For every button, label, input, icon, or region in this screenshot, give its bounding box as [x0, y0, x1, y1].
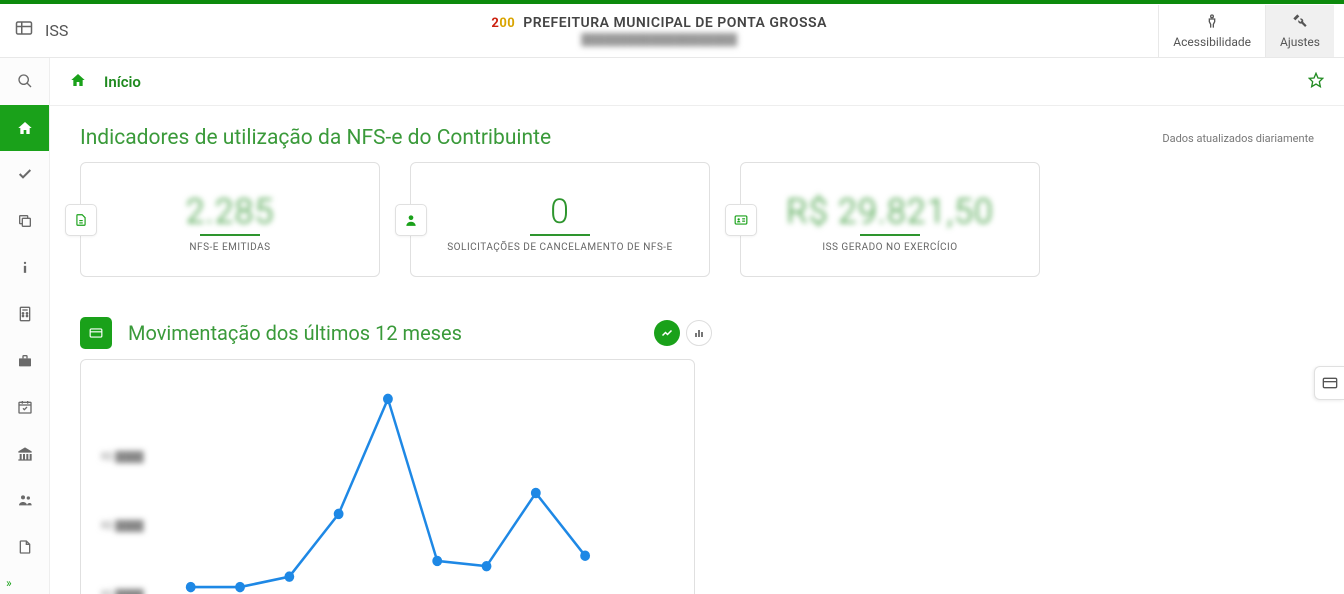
- chart-plot: [171, 378, 664, 594]
- card-label: SOLICITAÇÕES DE CANCELAMENTO DE NFS-E: [447, 242, 673, 253]
- app-title: ISS: [45, 21, 68, 40]
- accessibility-icon: [1204, 13, 1220, 33]
- nav-calculator[interactable]: [0, 291, 49, 338]
- logo-200: 200: [491, 16, 515, 31]
- card-nfse-emitidas: 2.285 NFS-E EMITIDAS: [80, 162, 380, 277]
- y-tick: R$ ████: [101, 590, 144, 594]
- card-value: 2.285: [186, 192, 275, 232]
- tools-icon: [1292, 13, 1308, 33]
- side-nav: »: [0, 58, 50, 594]
- nav-home[interactable]: [0, 105, 49, 152]
- card-value: 0: [550, 192, 570, 232]
- home-icon[interactable]: [70, 72, 86, 92]
- line-chart-button[interactable]: [654, 320, 680, 346]
- right-side-tab[interactable]: [1314, 366, 1344, 400]
- page-header: Início: [50, 58, 1344, 106]
- nav-copy[interactable]: [0, 198, 49, 245]
- nav-briefcase[interactable]: [0, 337, 49, 384]
- top-bar: ISS 200 PREFEITURA MUNICIPAL DE PONTA GR…: [0, 4, 1344, 58]
- municipality-name: 200 PREFEITURA MUNICIPAL DE PONTA GROSSA: [491, 15, 827, 31]
- chart-type-toggle: [654, 320, 712, 346]
- y-tick: R$ ████: [101, 452, 144, 463]
- document-icon: [65, 204, 97, 236]
- update-note: Dados atualizados diariamente: [1162, 132, 1314, 145]
- municipality-subtitle: ████████████████████: [581, 33, 737, 46]
- settings-button[interactable]: Ajustes: [1265, 5, 1334, 57]
- chart-card-icon: [80, 317, 112, 349]
- nav-calendar[interactable]: [0, 384, 49, 431]
- accessibility-button[interactable]: Acessibilidade: [1158, 5, 1265, 57]
- nav-search[interactable]: [0, 58, 49, 105]
- bar-chart-button[interactable]: [686, 320, 712, 346]
- indicators-title: Indicadores de utilização da NFS-e do Co…: [80, 126, 551, 150]
- favorite-star-icon[interactable]: [1308, 72, 1324, 92]
- nav-users[interactable]: [0, 477, 49, 524]
- card-iss-gerado: R$ 29.821,50 ISS GERADO NO EXERCÍCIO: [740, 162, 1040, 277]
- id-card-icon: [725, 204, 757, 236]
- app-grid-icon[interactable]: [15, 19, 33, 42]
- page-title: Início: [104, 73, 141, 91]
- y-tick: R$ ████: [101, 521, 144, 532]
- card-value: R$ 29.821,50: [786, 192, 993, 232]
- nav-document[interactable]: [0, 523, 49, 570]
- nav-institution[interactable]: [0, 430, 49, 477]
- nav-info[interactable]: [0, 244, 49, 291]
- card-label: NFS-E EMITIDAS: [189, 242, 270, 253]
- nav-expand-icon[interactable]: »: [0, 570, 49, 594]
- user-icon: [395, 204, 427, 236]
- card-cancelamentos: 0 SOLICITAÇÕES DE CANCELAMENTO DE NFS-E: [410, 162, 710, 277]
- card-label: ISS GERADO NO EXERCÍCIO: [822, 242, 957, 253]
- chart-box: R$ ████ R$ ████ R$ ████: [80, 359, 695, 594]
- chart-title: Movimentação dos últimos 12 meses: [128, 321, 462, 345]
- indicator-cards: 2.285 NFS-E EMITIDAS 0 SOLICITAÇÕES DE C…: [80, 162, 1314, 277]
- nav-check[interactable]: [0, 151, 49, 198]
